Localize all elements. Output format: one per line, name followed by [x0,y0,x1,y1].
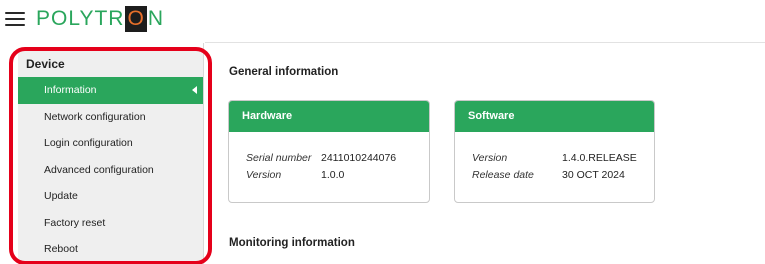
hardware-card-body: Serial number 2411010244076 Version 1.0.… [229,132,429,184]
serial-number-label: Serial number [246,152,312,164]
sidebar-item-information[interactable]: Information [18,77,203,104]
sidebar-item-advanced-configuration[interactable]: Advanced configuration [18,157,203,184]
sidebar-item-network-configuration[interactable]: Network configuration [18,104,203,131]
sidebar: Device Information Network configuration… [18,50,203,264]
sidebar-item-factory-reset[interactable]: Factory reset [18,210,203,237]
sidebar-title: Device [26,57,65,71]
hardware-card: Hardware Serial number 2411010244076 Ver… [228,100,430,203]
sidebar-item-label: Advanced configuration [44,163,154,176]
software-card: Software Version 1.4.0.RELEASE Release d… [454,100,655,203]
sidebar-item-login-configuration[interactable]: Login configuration [18,130,203,157]
sidebar-nav: Information Network configuration Login … [18,77,203,263]
sidebar-item-label: Login configuration [44,137,133,149]
monitoring-information-heading: Monitoring information [229,237,355,249]
active-indicator-icon [192,86,197,94]
release-date-label: Release date [472,169,534,181]
serial-number-row: Serial number 2411010244076 [246,150,429,167]
software-card-body: Version 1.4.0.RELEASE Release date 30 OC… [455,132,654,184]
software-card-title: Software [455,101,654,132]
software-version-value: 1.4.0.RELEASE [562,152,637,164]
sidebar-divider [203,43,204,264]
serial-number-value: 2411010244076 [321,152,397,164]
sidebar-item-reboot[interactable]: Reboot [18,236,203,263]
sidebar-item-label: Reboot [44,243,78,255]
sidebar-item-label: Factory reset [44,216,106,229]
hardware-card-title: Hardware [229,101,429,132]
sidebar-item-label: Information [44,84,97,96]
hardware-version-label: Version [246,169,282,181]
hardware-version-row: Version 1.0.0 [246,167,429,184]
software-version-row: Version 1.4.0.RELEASE [472,150,654,167]
header-divider [205,42,765,43]
sidebar-item-label: Update [44,190,78,202]
release-date-row: Release date 30 OCT 2024 [472,167,654,184]
software-version-label: Version [472,152,508,164]
release-date-value: 30 OCT 2024 [562,169,625,181]
polytron-logo[interactable]: POLYTR O N [36,4,164,34]
top-bar: POLYTR O N [0,0,765,40]
hamburger-menu-icon[interactable] [5,11,25,27]
sidebar-item-update[interactable]: Update [18,183,203,210]
sidebar-item-label: Network configuration [44,110,146,123]
general-information-heading: General information [229,66,339,78]
hardware-version-value: 1.0.0 [321,169,345,181]
